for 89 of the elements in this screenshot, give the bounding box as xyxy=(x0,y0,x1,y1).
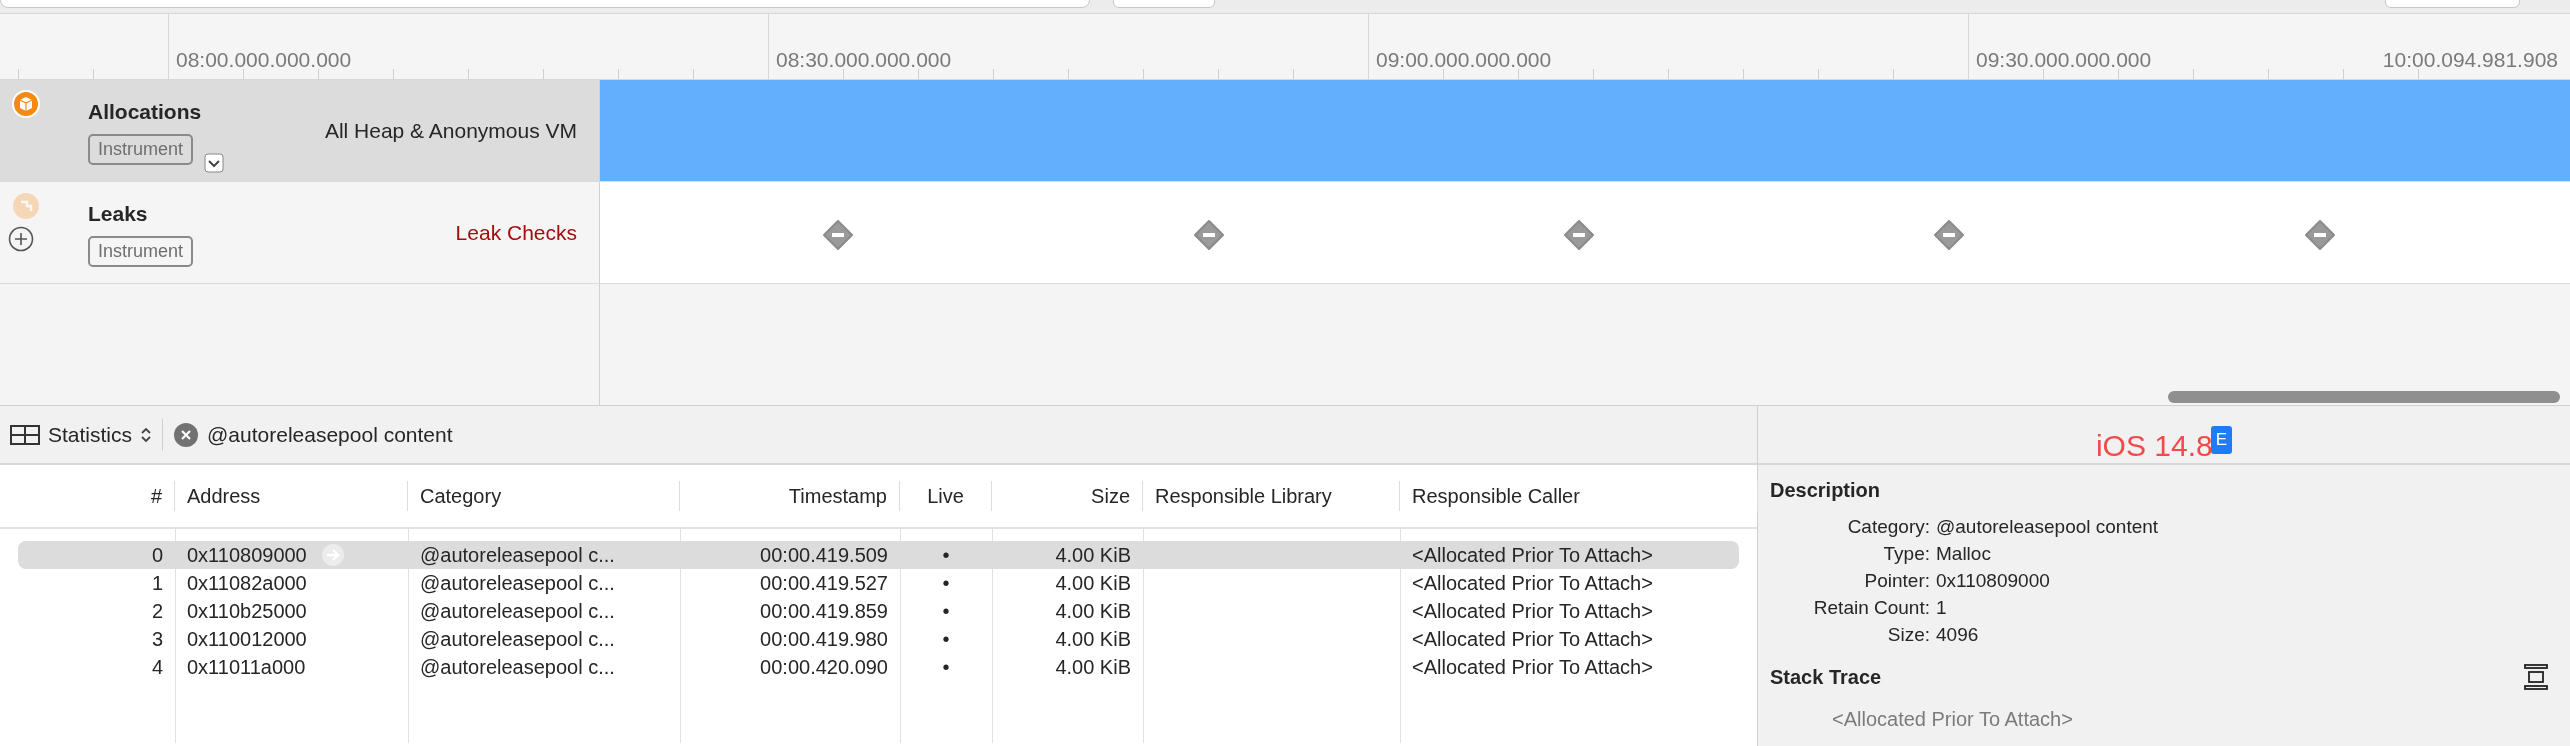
field-label: Type: xyxy=(1882,542,1930,566)
column-header[interactable]: Size xyxy=(992,481,1143,511)
dropdown-icon[interactable] xyxy=(204,152,224,173)
table-cell: 00:00.419.527 xyxy=(760,572,888,594)
table-cell: @autoreleasepool c... xyxy=(420,628,615,650)
table-cell-text: 0x11082a000 xyxy=(187,571,307,596)
up-down-chevron-icon xyxy=(140,425,153,444)
annotation-text: iOS 14.8 xyxy=(2095,431,2213,461)
column-header[interactable]: # xyxy=(0,481,175,511)
table-icon xyxy=(10,424,40,445)
annotation-badge: E xyxy=(2210,426,2233,454)
table-cell: • xyxy=(942,656,950,678)
stack-frame[interactable]: <Allocated Prior To Attach> xyxy=(1758,692,2570,734)
column-header[interactable]: Timestamp xyxy=(680,481,900,511)
section-title: Description xyxy=(1769,478,1882,503)
table-cell: • xyxy=(942,544,950,566)
leak-check-marker-icon[interactable] xyxy=(823,220,854,250)
table-cell: 00:00.419.859 xyxy=(760,600,888,622)
column-header[interactable]: Address xyxy=(175,481,408,511)
table-cell: 3 xyxy=(151,628,163,650)
column-header[interactable]: Responsible Library xyxy=(1143,481,1400,511)
table-cell: 00:00.419.509 xyxy=(760,544,888,566)
section-title: Stack Trace xyxy=(1770,665,1882,690)
column-header[interactable]: Live xyxy=(900,481,992,511)
table-cell: 00:00.420.090 xyxy=(760,656,888,678)
table-cell: <Allocated Prior To Attach> xyxy=(1412,572,1653,594)
track-detail: All Heap & Anonymous VM xyxy=(324,117,577,144)
field-label: Retain Count: xyxy=(1812,596,1930,620)
time-label: 09:30.000.000.000 xyxy=(1976,47,2152,73)
expand-icon[interactable] xyxy=(2524,664,2548,690)
clear-icon[interactable] xyxy=(173,421,200,448)
instrument-tag: Instrument xyxy=(88,235,194,267)
table-cell: <Allocated Prior To Attach> xyxy=(1412,628,1653,650)
track-name: Allocations xyxy=(88,99,202,126)
table-cell: 0 xyxy=(151,544,163,566)
table-row[interactable]: 3 0x110012000 @autoreleasepool c... 00:00.419.980 • 4.00 KiB <Allocated Prior To Attach> xyxy=(18,625,1739,653)
column-header[interactable]: Category xyxy=(408,481,680,511)
field-value: 1 xyxy=(1936,596,1948,620)
table-cell: <Allocated Prior To Attach> xyxy=(1412,544,1653,566)
add-icon[interactable] xyxy=(8,226,34,252)
leak-check-marker-icon[interactable] xyxy=(1564,220,1595,250)
table-cell: 00:00.419.980 xyxy=(760,628,888,650)
table-cell: 4.00 KiB xyxy=(1055,628,1131,650)
table-row[interactable]: 2 0x110b25000 @autoreleasepool c... 00:00.419.859 • 4.00 KiB <Allocated Prior To Attach> xyxy=(18,597,1739,625)
track-header[interactable]: Allocations Instrument All Heap & Anonymous VM xyxy=(0,80,600,181)
leak-check-marker-icon[interactable] xyxy=(1934,220,1965,250)
field-label: Size: xyxy=(1886,623,1930,647)
field-value: @autoreleasepool content xyxy=(1936,515,2160,539)
track-name: Leaks xyxy=(88,201,148,228)
table-cell: • xyxy=(942,628,950,650)
scrollbar-thumb[interactable] xyxy=(2168,391,2560,403)
table-cell: 4.00 KiB xyxy=(1055,544,1131,566)
track-detail: Leak Checks xyxy=(455,219,577,246)
time-label: 10:00.094.981.908 xyxy=(2382,47,2558,73)
table-row[interactable]: 4 0x11011a000 @autoreleasepool c... 00:00.420.090 • 4.00 KiB <Allocated Prior To Attach> xyxy=(18,653,1739,681)
table-cell: 4.00 KiB xyxy=(1055,572,1131,594)
table-cell: <Allocated Prior To Attach> xyxy=(1412,656,1653,678)
time-label: 09:00.000.000.000 xyxy=(1376,47,1552,73)
table-cell: @autoreleasepool c... xyxy=(420,572,615,594)
field-label: Category: xyxy=(1846,515,1930,539)
leak-check-marker-icon[interactable] xyxy=(1193,220,1224,250)
field-value: Malloc xyxy=(1936,542,1992,566)
table-cell: @autoreleasepool c... xyxy=(420,600,615,622)
table-cell-text: 0x110b25000 xyxy=(187,599,307,624)
time-label: 08:00.000.000.000 xyxy=(176,47,352,73)
instrument-tag: Instrument xyxy=(88,133,194,165)
field-value: 4096 xyxy=(1936,623,1980,647)
table-cell-text: 0x110012000 xyxy=(187,627,307,652)
table-cell: 4.00 KiB xyxy=(1055,600,1131,622)
table-cell: @autoreleasepool c... xyxy=(420,544,615,566)
field-value: 0x110809000 xyxy=(1936,569,2051,593)
filter-label: @autoreleasepool content xyxy=(207,421,453,448)
table-row[interactable]: 0 0x110809000 @autoreleasepool c... 00:00.419.509 • 4.00 KiB <Allocated Prior To Attach> xyxy=(18,541,1739,569)
table-cell: • xyxy=(942,572,950,594)
view-selector[interactable]: Statistics xyxy=(48,418,153,451)
table-cell: 4 xyxy=(151,656,163,678)
time-label: 08:30.000.000.000 xyxy=(776,47,952,73)
track-header[interactable]: Leaks Instrument Leak Checks xyxy=(0,182,600,283)
table-cell: <Allocated Prior To Attach> xyxy=(1412,600,1653,622)
table-cell: 2 xyxy=(151,600,163,622)
table-row[interactable]: 1 0x11082a000 @autoreleasepool c... 00:00.419.527 • 4.00 KiB <Allocated Prior To Attach> xyxy=(18,569,1739,597)
table-cell: 1 xyxy=(151,572,163,594)
table-cell: 4.00 KiB xyxy=(1055,656,1131,678)
field-label: Pointer: xyxy=(1863,569,1930,593)
leak-check-marker-icon[interactable] xyxy=(2304,220,2335,250)
table-cell: @autoreleasepool c... xyxy=(420,656,615,678)
table-cell-text: 0x110809000 xyxy=(187,543,307,568)
table-cell: • xyxy=(942,600,950,622)
table-cell-text: 0x11011a000 xyxy=(187,655,306,680)
